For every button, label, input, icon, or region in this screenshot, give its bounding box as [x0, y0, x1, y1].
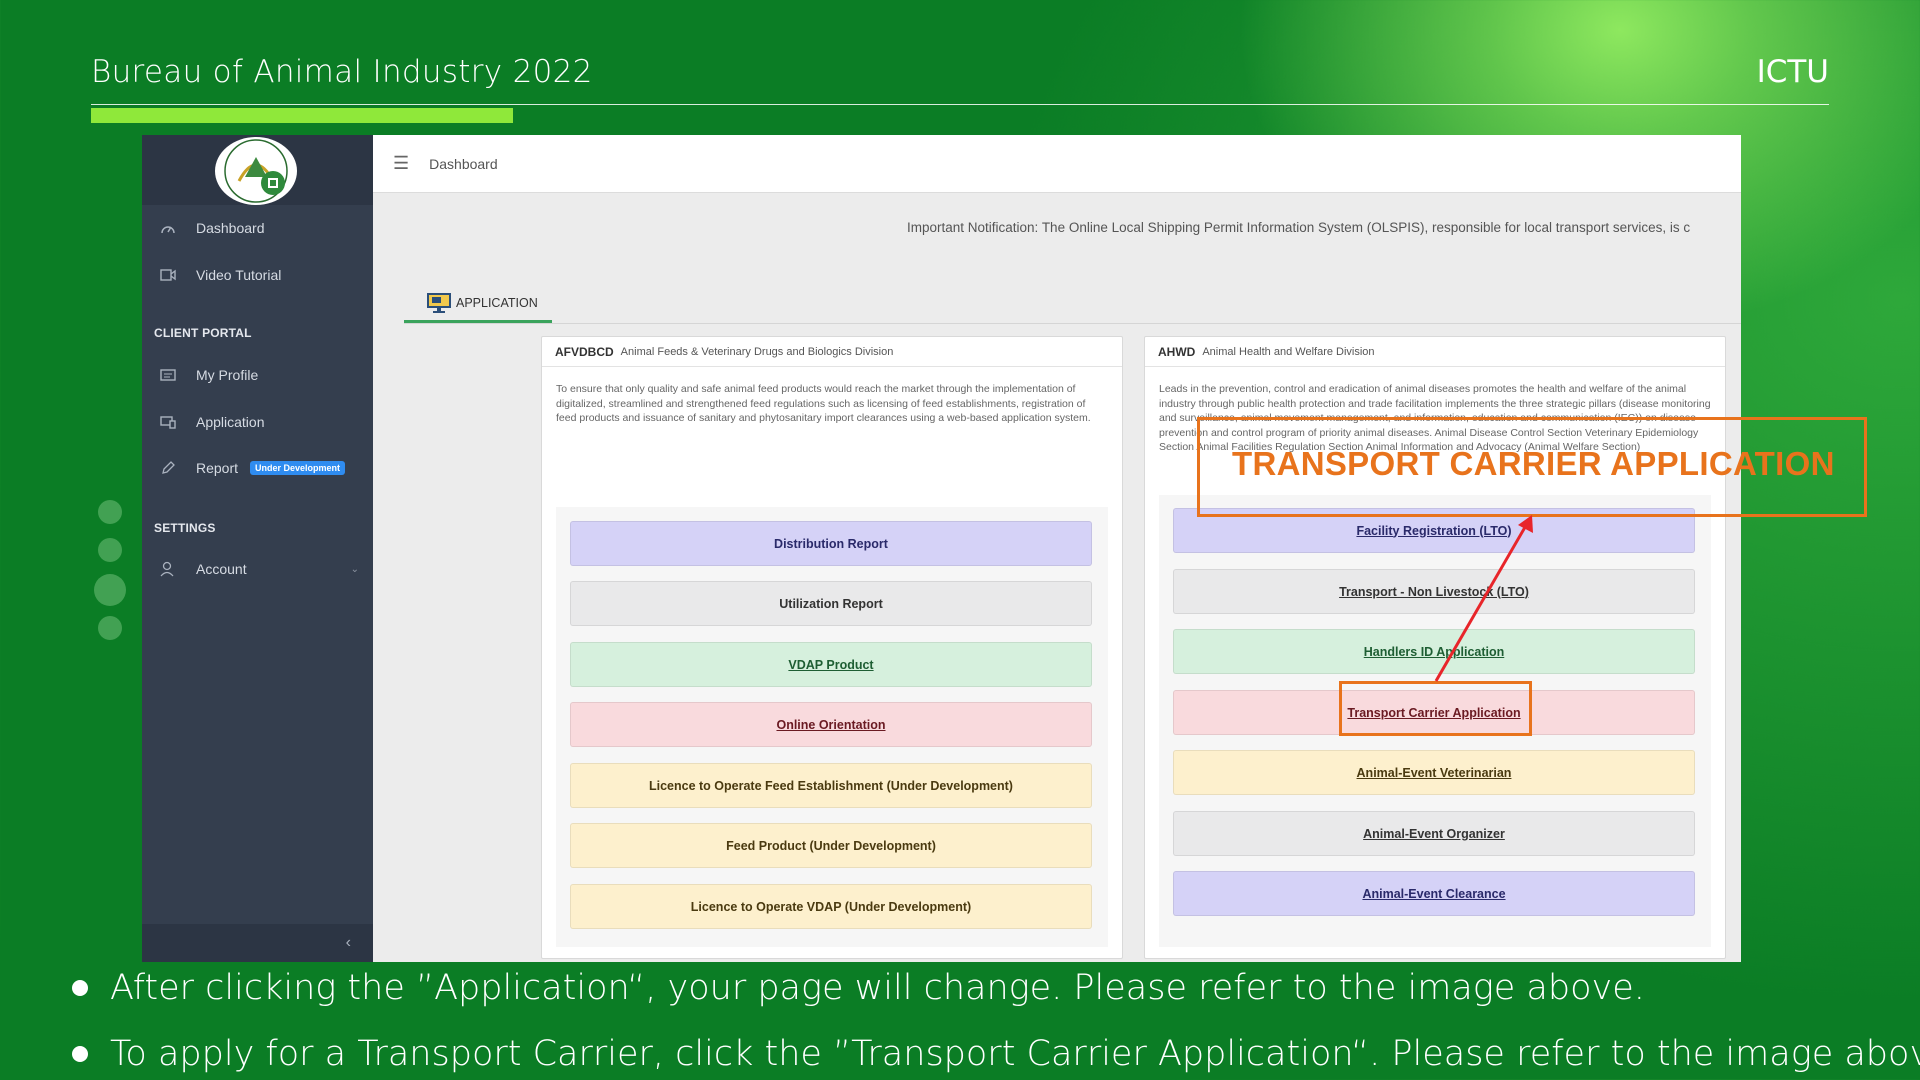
- bullet-dot: [72, 980, 88, 996]
- bullet-2: To apply for a Transport Carrier, click …: [72, 1034, 1920, 1074]
- bullet-1: After clicking the ”Application“, your p…: [72, 968, 1645, 1008]
- bullet-text: After clicking the ”Application“, your p…: [110, 968, 1645, 1008]
- callout-arrow: [1434, 515, 1533, 682]
- bullet-dot: [72, 1046, 88, 1062]
- bullet-text: To apply for a Transport Carrier, click …: [110, 1034, 1920, 1074]
